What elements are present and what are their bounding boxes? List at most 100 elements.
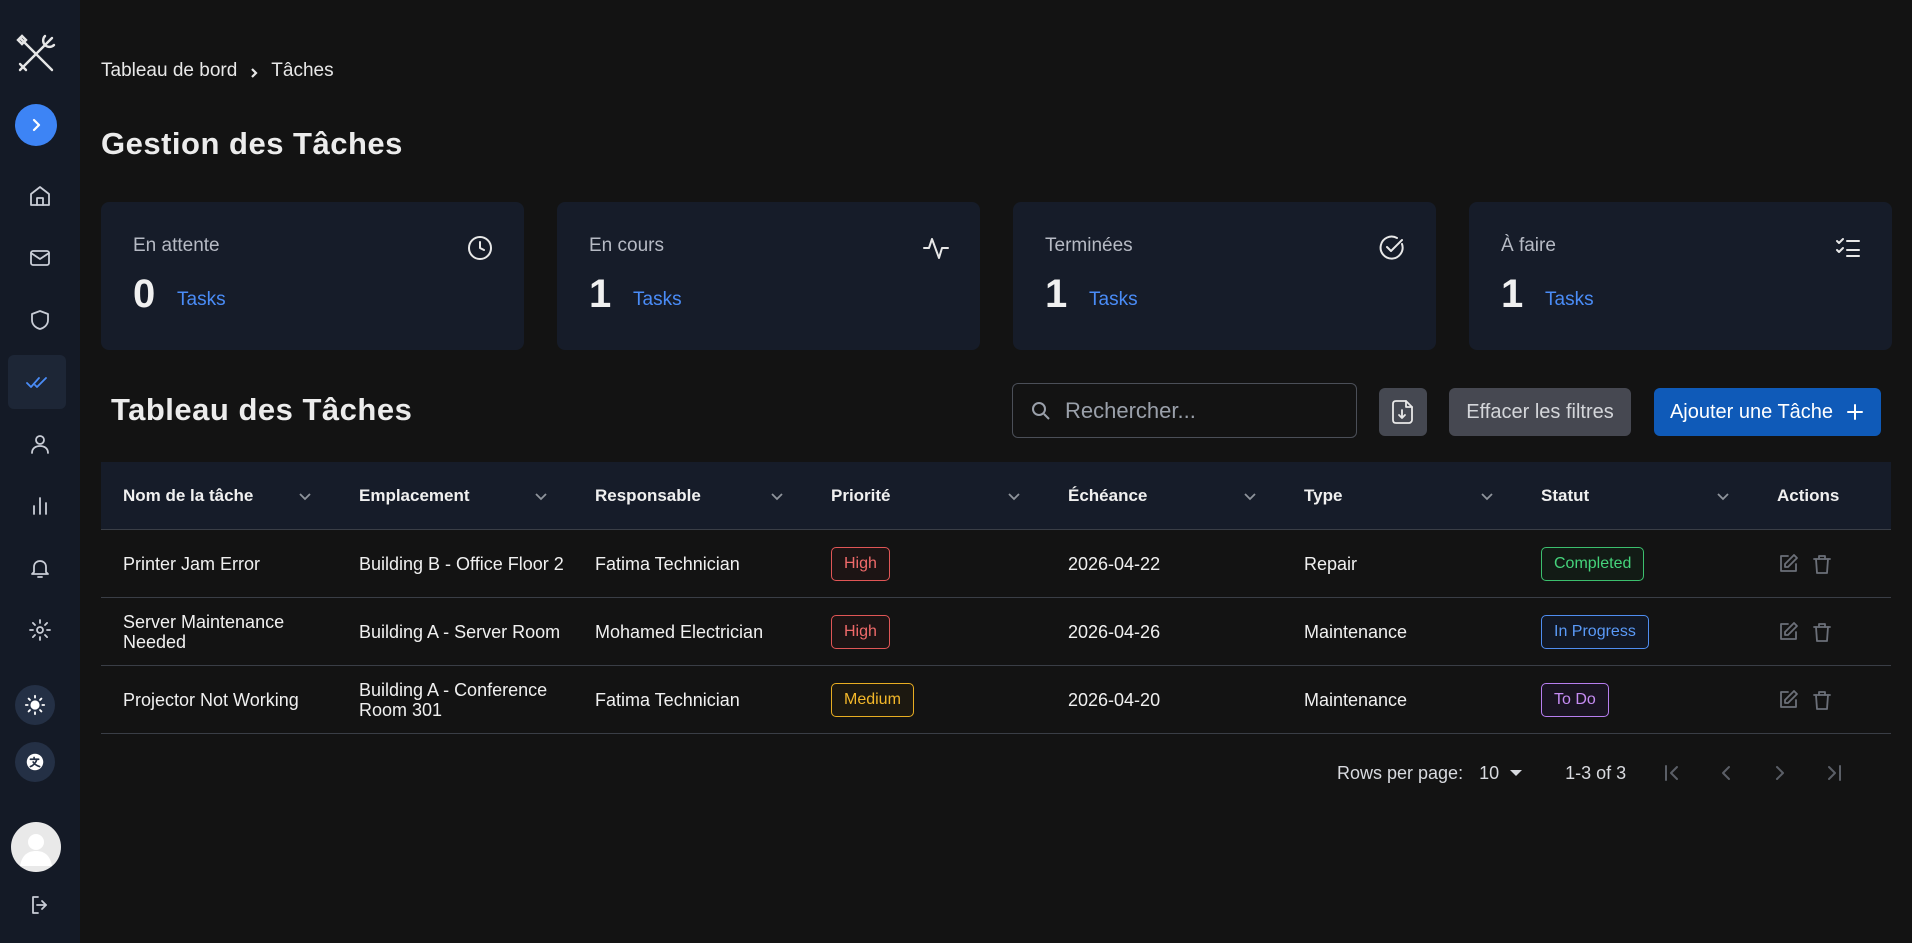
table-title: Tableau des Tâches — [111, 392, 413, 427]
edit-icon[interactable] — [1777, 689, 1799, 711]
chevron-right-icon — [32, 118, 41, 132]
stat-count: 1 — [1501, 272, 1524, 316]
sidebar-item-tasks[interactable] — [8, 355, 66, 409]
stat-label: En cours — [589, 235, 664, 256]
clear-filters-button[interactable]: Effacer les filtres — [1449, 388, 1631, 436]
trash-icon[interactable] — [1811, 553, 1833, 575]
chevron-right-icon — [247, 64, 261, 78]
sidebar-item-reports[interactable] — [0, 481, 80, 531]
task-name: Server Maintenance Needed — [123, 611, 285, 652]
export-button[interactable] — [1379, 388, 1427, 436]
chevron-down-icon[interactable] — [297, 488, 313, 504]
clock-icon — [466, 234, 494, 262]
status-badge: In Progress — [1541, 614, 1649, 649]
column-header-priority[interactable]: Priorité — [809, 462, 1046, 530]
task-location: Building A - Conference Room 301 — [359, 679, 548, 720]
trash-icon[interactable] — [1811, 689, 1833, 711]
user-avatar[interactable] — [11, 822, 61, 872]
task-due-date: 2026-04-20 — [1068, 689, 1161, 710]
breadcrumb: Tableau de bord Tâches — [101, 60, 334, 82]
column-header-assignee[interactable]: Responsable — [573, 462, 809, 530]
page-range: 1-3 of 3 — [1565, 762, 1627, 783]
first-page-icon[interactable] — [1660, 761, 1684, 785]
sidebar-item-logout[interactable] — [0, 880, 80, 930]
priority-badge: High — [831, 614, 890, 649]
task-type: Maintenance — [1304, 621, 1408, 642]
priority-badge: High — [831, 546, 890, 581]
stat-count: 1 — [589, 272, 612, 316]
pagination: Rows per page: 10 1-3 of 3 — [1337, 758, 1846, 788]
sidebar-item-users[interactable] — [0, 419, 80, 469]
task-name: Printer Jam Error — [123, 553, 261, 574]
sidebar-item-mail[interactable] — [0, 233, 80, 283]
priority-badge: Medium — [831, 682, 914, 717]
home-icon — [30, 186, 50, 206]
page-title: Gestion des Tâches — [101, 126, 403, 161]
bar-chart-icon — [33, 497, 47, 515]
search-icon — [1032, 401, 1050, 420]
task-assignee: Fatima Technician — [595, 553, 740, 574]
theme-toggle-button[interactable] — [15, 685, 55, 725]
tasks-table: Nom de la tâche Emplacement Responsable … — [101, 462, 1891, 734]
sidebar-expand-button[interactable] — [15, 104, 57, 146]
stat-card-todo: À faire 1 Tasks — [1469, 202, 1892, 350]
task-assignee: Fatima Technician — [595, 689, 740, 710]
stat-label: En attente — [133, 235, 220, 256]
stat-card-completed: Terminées 1 Tasks — [1013, 202, 1436, 350]
task-name: Projector Not Working — [123, 689, 299, 710]
row-actions — [1755, 666, 1891, 734]
list-checks-icon — [1834, 234, 1862, 262]
chevron-down-icon[interactable] — [1006, 488, 1022, 504]
user-icon — [31, 435, 49, 454]
previous-page-icon[interactable] — [1714, 761, 1738, 785]
add-task-button[interactable]: Ajouter une Tâche — [1654, 388, 1881, 436]
add-task-label: Ajouter une Tâche — [1669, 400, 1834, 423]
sidebar-item-security[interactable] — [0, 295, 80, 345]
language-toggle-button[interactable] — [15, 742, 55, 782]
caret-down-icon — [1510, 770, 1523, 776]
mail-icon — [30, 250, 50, 266]
stat-unit: Tasks — [1545, 289, 1594, 310]
logout-icon — [32, 896, 47, 914]
gear-icon — [29, 619, 51, 641]
task-location: Building A - Server Room — [359, 621, 561, 642]
sidebar-item-notifications[interactable] — [0, 543, 80, 593]
rows-per-page-select[interactable]: 10 — [1479, 763, 1523, 784]
column-header-due[interactable]: Échéance — [1046, 462, 1282, 530]
avatar-placeholder-icon — [20, 834, 52, 866]
chevron-down-icon[interactable] — [1715, 488, 1731, 504]
breadcrumb-home-link[interactable]: Tableau de bord — [101, 60, 237, 82]
stat-count: 1 — [1045, 272, 1068, 316]
column-header-name[interactable]: Nom de la tâche — [101, 462, 337, 530]
table-row[interactable]: Server Maintenance Needed Building A - S… — [101, 598, 1891, 666]
check-circle-icon — [1378, 234, 1406, 262]
stat-unit: Tasks — [177, 289, 226, 310]
last-page-icon[interactable] — [1822, 761, 1846, 785]
chevron-down-icon[interactable] — [533, 488, 549, 504]
table-row[interactable]: Printer Jam Error Building B - Office Fl… — [101, 530, 1891, 598]
language-icon — [26, 753, 44, 771]
task-assignee: Mohamed Electrician — [595, 621, 764, 642]
stat-label: À faire — [1501, 235, 1556, 256]
table-row[interactable]: Projector Not Working Building A - Confe… — [101, 666, 1891, 734]
stat-card-in-progress: En cours 1 Tasks — [557, 202, 980, 350]
task-location: Building B - Office Floor 2 — [359, 553, 564, 574]
chevron-down-icon[interactable] — [1242, 488, 1258, 504]
column-header-location[interactable]: Emplacement — [337, 462, 573, 530]
stat-label: Terminées — [1045, 235, 1133, 256]
shield-icon — [31, 310, 49, 330]
task-due-date: 2026-04-26 — [1068, 621, 1161, 642]
edit-icon[interactable] — [1777, 553, 1799, 575]
chevron-down-icon[interactable] — [1479, 488, 1495, 504]
stat-card-pending: En attente 0 Tasks — [101, 202, 524, 350]
column-header-type[interactable]: Type — [1282, 462, 1519, 530]
next-page-icon[interactable] — [1768, 761, 1792, 785]
edit-icon[interactable] — [1777, 621, 1799, 643]
column-header-status[interactable]: Statut — [1519, 462, 1755, 530]
sidebar-item-settings[interactable] — [0, 605, 80, 655]
search-input[interactable] — [1065, 397, 1345, 424]
trash-icon[interactable] — [1811, 621, 1833, 643]
stat-unit: Tasks — [1089, 289, 1138, 310]
sidebar-item-home[interactable] — [0, 171, 80, 221]
chevron-down-icon[interactable] — [769, 488, 785, 504]
